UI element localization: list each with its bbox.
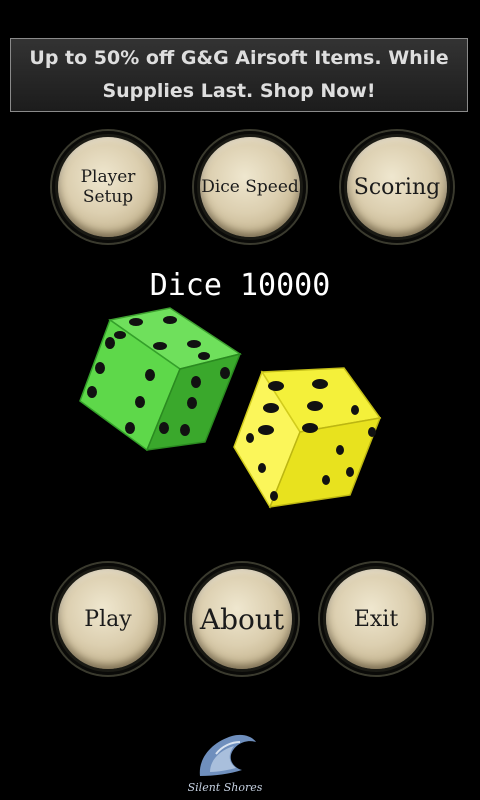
green-die	[79, 307, 242, 452]
dice-illustration	[79, 307, 382, 509]
wave-icon	[199, 734, 256, 776]
play-label: Play	[58, 569, 158, 669]
yellow-die	[233, 367, 382, 509]
about-button[interactable]: About	[186, 563, 298, 675]
play-button[interactable]: Play	[52, 563, 164, 675]
exit-button[interactable]: Exit	[320, 563, 432, 675]
exit-label: Exit	[326, 569, 426, 669]
about-label: About	[192, 569, 292, 669]
logo-text: Silent Shores	[187, 781, 263, 794]
silent-shores-logo: Silent Shores	[170, 724, 280, 800]
